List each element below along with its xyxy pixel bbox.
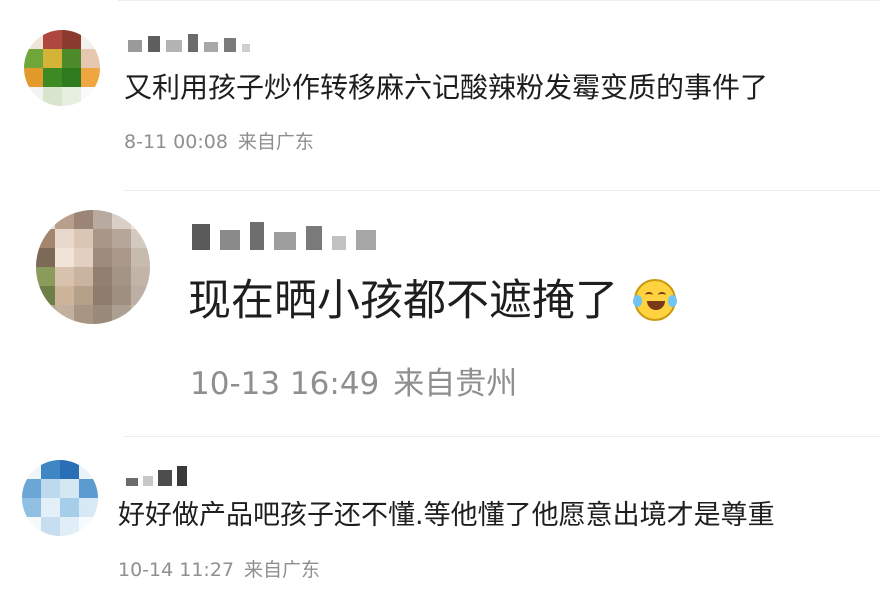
username-mosaic[interactable] [128, 32, 250, 52]
avatar-mosaic [36, 210, 150, 324]
username-mosaic[interactable] [192, 218, 376, 250]
comment-time: 10-14 11:27 [118, 559, 235, 581]
comment-text: 现在晒小孩都不遮掩了 [188, 272, 677, 330]
comment-text: 好好做产品吧孩子还不懂.等他懂了他愿意出境才是尊重 [118, 500, 775, 531]
comment-meta: 10-13 16:49 来自贵州 [190, 362, 517, 406]
avatar[interactable] [22, 460, 98, 536]
crying-laughing-emoji-icon [632, 278, 677, 321]
comment-3: 好好做产品吧孩子还不懂.等他懂了他愿意出境才是尊重 10-14 11:27 来自广… [0, 436, 880, 592]
comment-meta: 10-14 11:27 来自广东 [118, 556, 320, 584]
comment-time: 8-11 00:08 [124, 131, 228, 153]
comment-location: 来自广东 [237, 131, 314, 153]
avatar-mosaic [24, 30, 100, 106]
comment-1: 又利用孩子炒作转移麻六记酸辣粉发霉变质的事件了 8-11 00:08 来自广东 [0, 0, 880, 190]
comment-text-content: 现在晒小孩都不遮掩了 [188, 276, 618, 326]
comment-text: 又利用孩子炒作转移麻六记酸辣粉发霉变质的事件了 [124, 71, 769, 104]
avatar-mosaic [22, 460, 98, 536]
comment-location: 来自广东 [244, 559, 321, 581]
comment-time: 10-13 16:49 [190, 366, 380, 402]
comment-location: 来自贵州 [393, 366, 518, 402]
comment-meta: 8-11 00:08 来自广东 [124, 128, 314, 156]
comment-2: 现在晒小孩都不遮掩了 10-13 16:49 来自贵州 [0, 190, 880, 436]
username-mosaic[interactable] [126, 462, 187, 486]
avatar[interactable] [24, 30, 100, 106]
avatar[interactable] [36, 210, 150, 324]
